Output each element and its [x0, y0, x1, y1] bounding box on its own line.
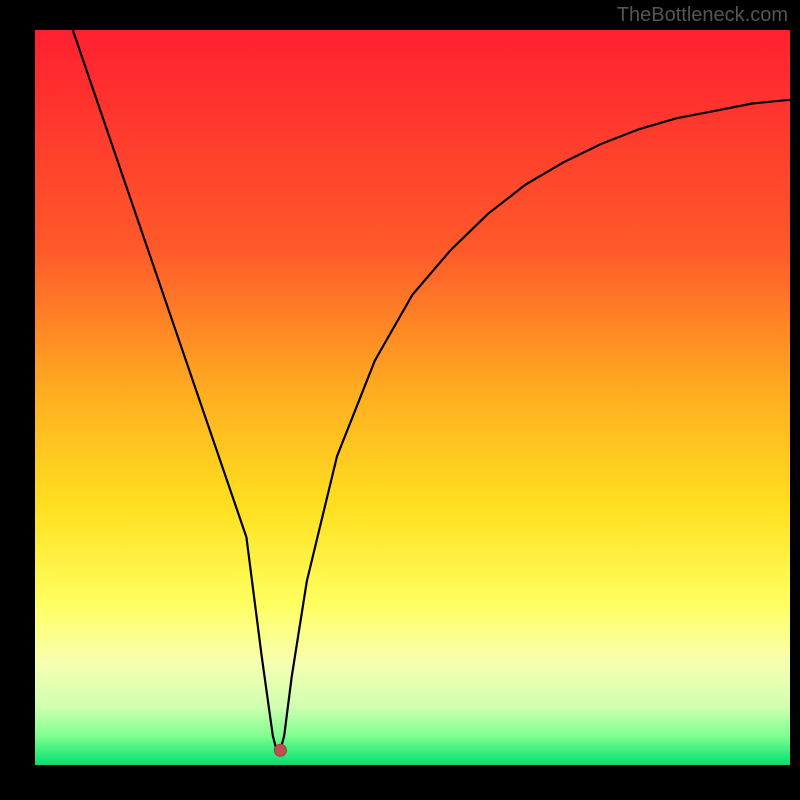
- chart-curve: [35, 30, 790, 765]
- optimal-marker: [274, 744, 286, 756]
- watermark-text: TheBottleneck.com: [617, 4, 788, 27]
- bottleneck-line: [73, 30, 790, 750]
- plot-area: [35, 30, 790, 765]
